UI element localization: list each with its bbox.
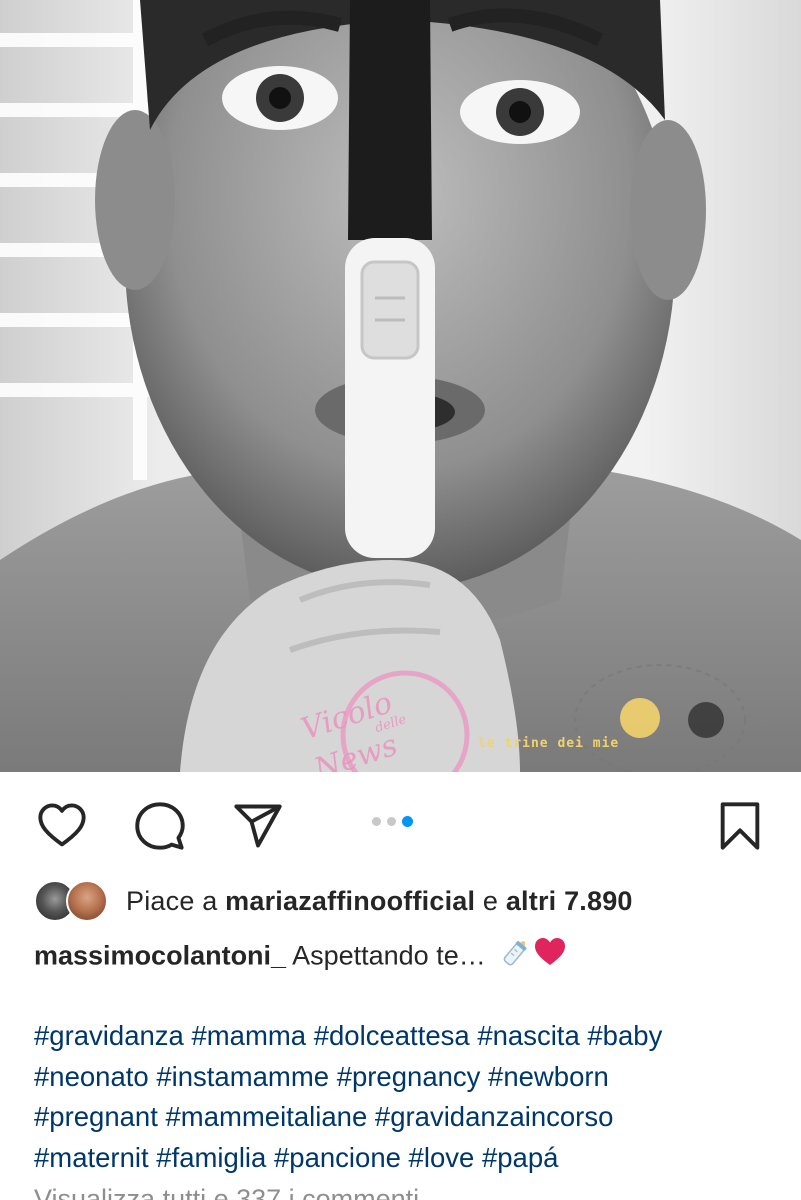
comment-button[interactable] bbox=[130, 796, 190, 856]
avatar[interactable] bbox=[66, 880, 108, 922]
hashtag-link[interactable]: #instamamme bbox=[156, 1061, 329, 1092]
hashtag-line: #maternit #famiglia #pancione #love #pap… bbox=[34, 1138, 794, 1179]
post-caption: massimocolantoni_ Aspettando te… bbox=[34, 935, 774, 980]
watermark-strip: le trine dei mie bbox=[478, 736, 620, 751]
likes-prefix: Piace a bbox=[126, 885, 226, 916]
carousel-indicator bbox=[372, 816, 413, 827]
carousel-dot[interactable] bbox=[372, 817, 381, 826]
caption-username[interactable]: massimocolantoni_ bbox=[34, 941, 286, 971]
caption-text: Aspettando te… bbox=[292, 940, 486, 971]
view-comments-link[interactable]: Visualizza tutti e 337 i commenti bbox=[34, 1184, 419, 1200]
hashtag-link[interactable]: #maternit bbox=[34, 1142, 149, 1173]
post-action-bar bbox=[0, 772, 801, 872]
hashtag-link[interactable]: #newborn bbox=[488, 1061, 609, 1092]
likes-count[interactable]: altri 7.890 bbox=[506, 886, 633, 916]
hashtag-link[interactable]: #gravidanzaincorso bbox=[375, 1101, 613, 1132]
hashtag-line: #pregnant #mammeitaliane #gravidanzainco… bbox=[34, 1097, 794, 1138]
hashtag-line: #gravidanza #mamma #dolceattesa #nascita… bbox=[34, 1016, 794, 1057]
bookmark-icon bbox=[720, 802, 760, 850]
baby-bottle-icon bbox=[499, 935, 533, 980]
hashtag-link[interactable]: #mammeitaliane bbox=[166, 1101, 368, 1132]
share-button[interactable] bbox=[228, 796, 288, 856]
heart-icon bbox=[38, 803, 86, 847]
liker-username[interactable]: mariazaffinoofficial bbox=[225, 886, 475, 916]
hashtag-link[interactable]: #mamma bbox=[191, 1020, 306, 1051]
send-icon bbox=[234, 804, 282, 848]
red-heart-icon bbox=[533, 935, 567, 980]
hashtag-link[interactable]: #pregnancy bbox=[337, 1061, 481, 1092]
carousel-dot-active[interactable] bbox=[402, 816, 413, 827]
like-button[interactable] bbox=[32, 796, 92, 856]
hashtag-link[interactable]: #pancione bbox=[274, 1142, 401, 1173]
hashtag-link[interactable]: #love bbox=[409, 1142, 475, 1173]
likes-row[interactable]: Piace a mariazaffinoofficial e altri 7.8… bbox=[34, 880, 633, 922]
photo-illustration bbox=[0, 0, 801, 772]
hashtag-link[interactable]: #nascita bbox=[477, 1020, 579, 1051]
hashtag-link[interactable]: #gravidanza bbox=[34, 1020, 184, 1051]
hashtag-link[interactable]: #baby bbox=[587, 1020, 662, 1051]
hashtag-link[interactable]: #papá bbox=[482, 1142, 558, 1173]
hashtag-block: #gravidanza #mamma #dolceattesa #nascita… bbox=[34, 1016, 794, 1178]
hashtag-link[interactable]: #dolceattesa bbox=[314, 1020, 470, 1051]
hashtag-link[interactable]: #famiglia bbox=[156, 1142, 266, 1173]
hashtag-link[interactable]: #pregnant bbox=[34, 1101, 158, 1132]
carousel-dot[interactable] bbox=[387, 817, 396, 826]
post-photo[interactable]: Vicolo delle News le trine dei mie bbox=[0, 0, 801, 772]
likes-text: Piace a mariazaffinoofficial e altri 7.8… bbox=[126, 886, 633, 917]
save-button[interactable] bbox=[710, 796, 770, 856]
hashtag-link[interactable]: #neonato bbox=[34, 1061, 149, 1092]
comment-icon bbox=[135, 802, 185, 850]
likes-middle: e bbox=[475, 885, 506, 916]
liker-avatars[interactable] bbox=[34, 880, 114, 922]
hashtag-line: #neonato #instamamme #pregnancy #newborn bbox=[34, 1057, 794, 1098]
